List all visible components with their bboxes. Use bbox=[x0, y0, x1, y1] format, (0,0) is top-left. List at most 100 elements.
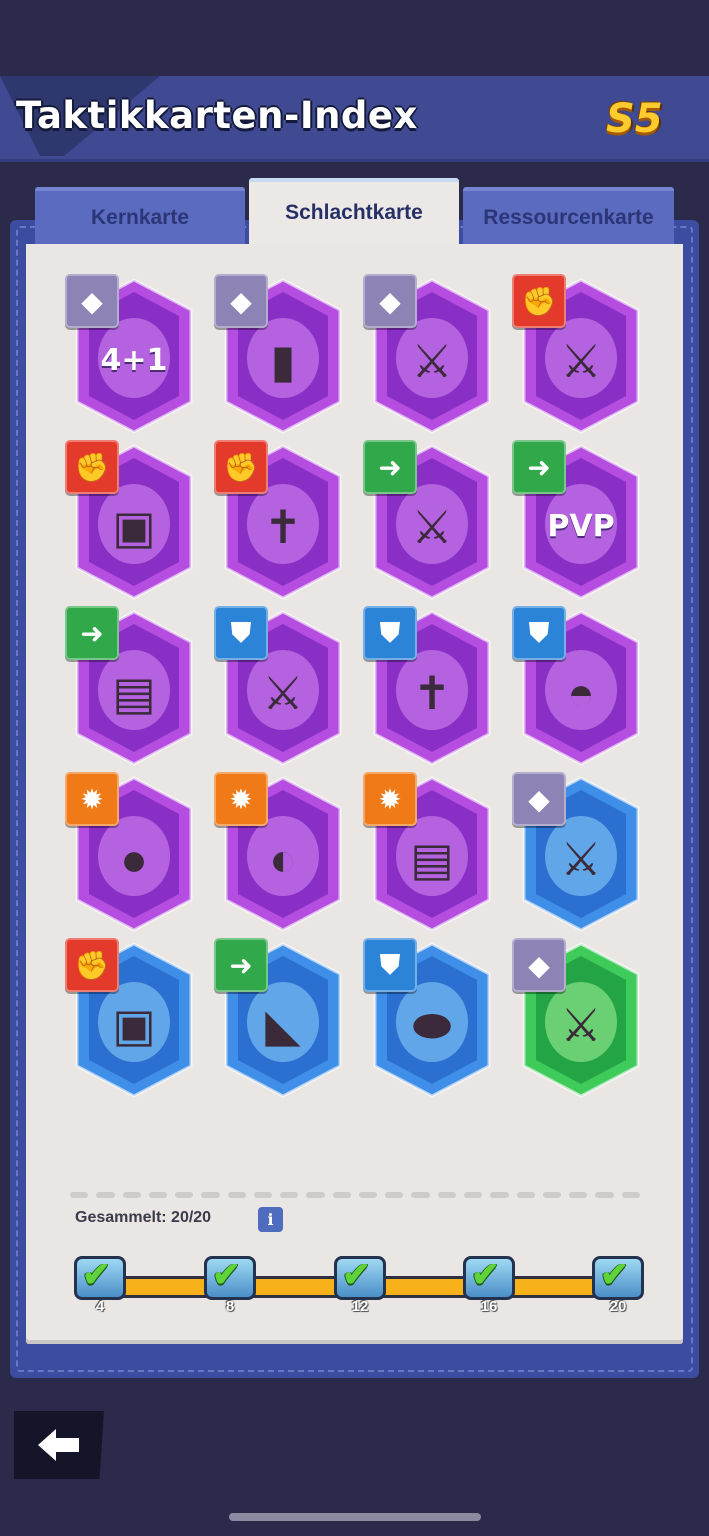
boot-arrow-icon: ➜ bbox=[512, 440, 566, 494]
boot-arrow-icon: ➜ bbox=[363, 440, 417, 494]
bomb-crater-icon: ◐ bbox=[269, 833, 297, 885]
bomb-star-icon: ✹ bbox=[65, 772, 119, 826]
checkmark-icon: ✔ bbox=[212, 1256, 241, 1294]
battle-card[interactable]: ◐ ✹ bbox=[214, 772, 346, 934]
battle-card[interactable]: ◣ ➜ bbox=[214, 938, 346, 1100]
milestone-value: 8 bbox=[225, 1298, 235, 1315]
tab-ressourcenkarte[interactable]: Ressourcenkarte bbox=[463, 187, 674, 244]
separator-dash bbox=[595, 1192, 614, 1198]
zombie-rifles-icon: ⚔ bbox=[560, 833, 602, 885]
tab-kernkarte[interactable]: Kernkarte bbox=[35, 187, 245, 244]
separator-dash bbox=[437, 1192, 456, 1198]
milestone-chest[interactable]: ✔ 20 bbox=[590, 1250, 646, 1315]
separator-dash bbox=[201, 1192, 220, 1198]
separator-dash bbox=[148, 1192, 168, 1198]
zombie-rifles-icon: ⚔ bbox=[411, 335, 453, 387]
separator-dash bbox=[385, 1192, 404, 1198]
gravestone-wall-icon: ✝ bbox=[412, 667, 452, 719]
separator-dash bbox=[621, 1192, 640, 1198]
checkmark-icon: ✔ bbox=[342, 1256, 371, 1294]
bullet-icon: ▮ bbox=[270, 335, 296, 387]
diamond-icon: ◆ bbox=[512, 938, 566, 992]
shield-icon: ⛊ bbox=[214, 606, 268, 660]
separator-dash bbox=[96, 1192, 115, 1198]
separator-dash bbox=[253, 1192, 273, 1198]
milestone-chest[interactable]: ✔ 16 bbox=[461, 1250, 517, 1315]
separator-dash bbox=[358, 1192, 378, 1198]
battle-card[interactable]: ▤ ➜ bbox=[65, 606, 197, 768]
battle-card[interactable]: ▣ ✊ bbox=[65, 440, 197, 602]
home-indicator bbox=[229, 1513, 481, 1521]
fist-icon: ✊ bbox=[65, 440, 119, 494]
separator-dash bbox=[463, 1192, 483, 1198]
bomb-star-icon: ✹ bbox=[363, 772, 417, 826]
battle-card[interactable]: PVP ➜ bbox=[512, 440, 644, 602]
helmet-icon: ◓ bbox=[567, 667, 595, 719]
milestone-chest[interactable]: ✔ 4 bbox=[72, 1250, 128, 1315]
gravestone-icon: ✝ bbox=[263, 501, 303, 553]
building-icon: ▤ bbox=[112, 667, 156, 719]
diamond-icon: ◆ bbox=[65, 274, 119, 328]
separator-dash bbox=[332, 1192, 351, 1198]
fist-icon: ✊ bbox=[65, 938, 119, 992]
separator-dashes bbox=[70, 1192, 640, 1198]
separator-dash bbox=[542, 1192, 562, 1198]
info-icon[interactable]: i bbox=[258, 1207, 283, 1232]
battle-card[interactable]: ✝ ✊ bbox=[214, 440, 346, 602]
upgrade-arrow-icon: 4+1 bbox=[100, 343, 168, 378]
battle-card[interactable]: ▣ ✊ bbox=[65, 938, 197, 1100]
tab-schlachtkarte[interactable]: Schlachtkarte bbox=[249, 178, 459, 244]
battle-card[interactable]: ⬬ ⛊ bbox=[363, 938, 495, 1100]
checkmark-icon: ✔ bbox=[471, 1256, 500, 1294]
battle-card[interactable]: ⚔ ➜ bbox=[363, 440, 495, 602]
shield-icon: ⛊ bbox=[363, 606, 417, 660]
milestone-value: 12 bbox=[351, 1298, 369, 1315]
diamond-icon: ◆ bbox=[214, 274, 268, 328]
battle-card[interactable]: ✝ ⛊ bbox=[363, 606, 495, 768]
checkmark-icon: ✔ bbox=[600, 1256, 629, 1294]
bomb-star-icon: ✹ bbox=[214, 772, 268, 826]
milestone-value: 16 bbox=[480, 1298, 498, 1315]
pills-icon: ⬬ bbox=[412, 999, 452, 1051]
battle-card[interactable]: ⚔ ◆ bbox=[512, 772, 644, 934]
battle-card[interactable]: ◓ ⛊ bbox=[512, 606, 644, 768]
battle-card[interactable]: ⚔ ◆ bbox=[363, 274, 495, 436]
separator-dash bbox=[490, 1192, 509, 1198]
page-title: Taktikkarten-Index bbox=[16, 94, 418, 137]
boot-arrow-icon: ➜ bbox=[214, 938, 268, 992]
collected-count: Gesammelt: 20/20 bbox=[75, 1209, 212, 1226]
fist-icon: ✊ bbox=[512, 274, 566, 328]
back-arrow-icon bbox=[38, 1429, 79, 1461]
battle-card[interactable]: ● ✹ bbox=[65, 772, 197, 934]
boot-icon: PVP bbox=[547, 509, 615, 544]
diamond-icon: ◆ bbox=[363, 274, 417, 328]
rifles-rocket-icon: ⚔ bbox=[560, 335, 602, 387]
shield-icon: ⛊ bbox=[512, 606, 566, 660]
cracked-block-icon: ▣ bbox=[112, 999, 156, 1051]
battle-card[interactable]: ⚔ ◆ bbox=[512, 938, 644, 1100]
milestone-chest[interactable]: ✔ 8 bbox=[202, 1250, 258, 1315]
separator-dash bbox=[569, 1192, 588, 1198]
battle-card[interactable]: ⚔ ⛊ bbox=[214, 606, 346, 768]
separator-dash bbox=[70, 1192, 89, 1198]
bomb-building-icon: ▤ bbox=[410, 833, 454, 885]
separator-dash bbox=[175, 1192, 194, 1198]
cracked-block-icon: ▣ bbox=[112, 501, 156, 553]
diamond-icon: ◆ bbox=[512, 772, 566, 826]
battle-card[interactable]: ▤ ✹ bbox=[363, 772, 495, 934]
fist-icon: ✊ bbox=[214, 440, 268, 494]
separator-dash bbox=[122, 1192, 141, 1198]
boot-arrow-icon: ➜ bbox=[65, 606, 119, 660]
zombie-rifles-icon: ⚔ bbox=[560, 999, 602, 1051]
milestone-value: 4 bbox=[95, 1298, 105, 1315]
checkmark-icon: ✔ bbox=[82, 1256, 111, 1294]
separator-dash bbox=[306, 1192, 325, 1198]
separator-dash bbox=[280, 1192, 299, 1198]
battle-card[interactable]: 4+1 ◆ bbox=[65, 274, 197, 436]
battle-card[interactable]: ⚔ ✊ bbox=[512, 274, 644, 436]
separator-dash bbox=[411, 1192, 430, 1198]
back-button[interactable] bbox=[14, 1411, 104, 1479]
milestone-chest[interactable]: ✔ 12 bbox=[332, 1250, 388, 1315]
boot-icon: ◣ bbox=[265, 999, 301, 1051]
battle-card[interactable]: ▮ ◆ bbox=[214, 274, 346, 436]
